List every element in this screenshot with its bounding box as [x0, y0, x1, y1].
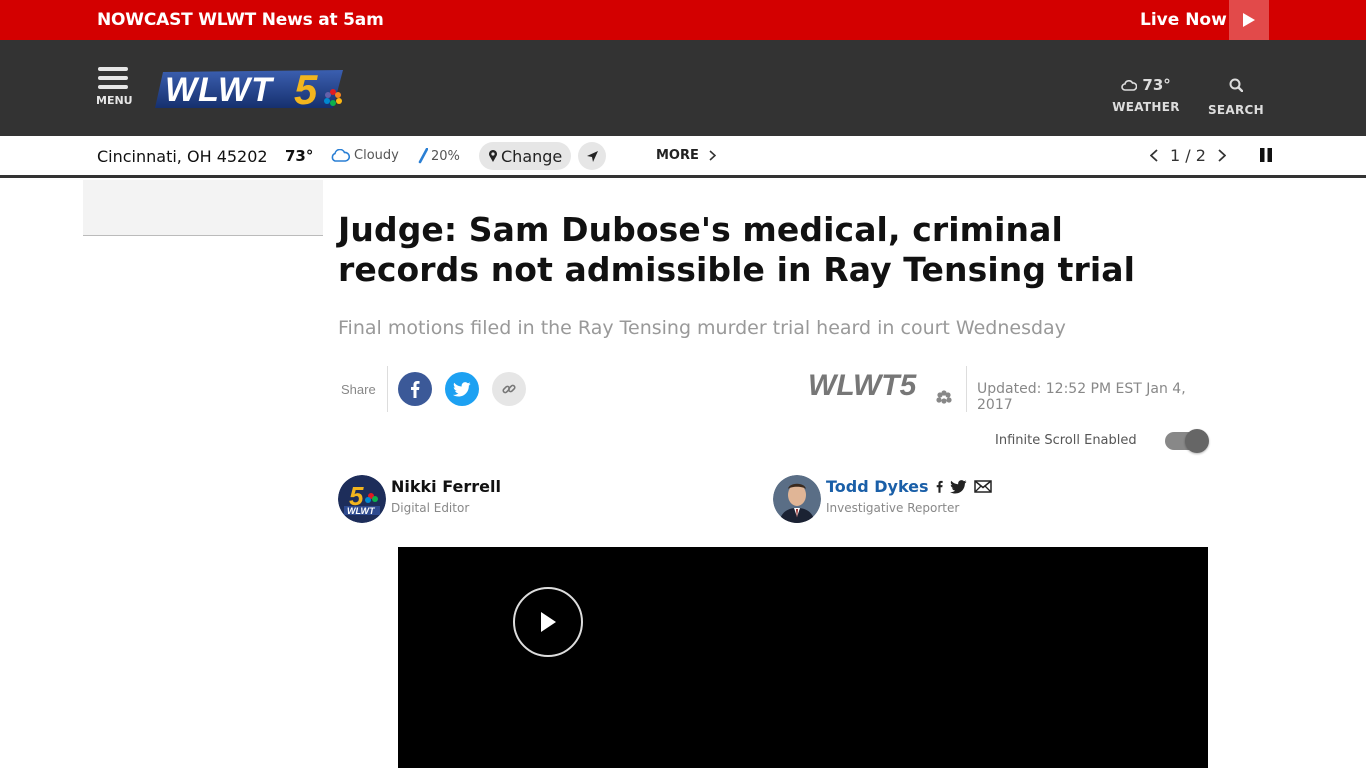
twitter-icon[interactable] — [949, 479, 967, 494]
site-header: MENU WLWT 5 73° WEATHER SEARCH — [0, 40, 1366, 136]
infinite-scroll-toggle[interactable] — [1165, 429, 1209, 453]
play-icon — [541, 612, 556, 632]
svg-text:WLWT: WLWT — [347, 506, 376, 516]
author-card: Todd Dykes Investigative Reporter — [773, 475, 992, 523]
video-play-button[interactable] — [513, 587, 583, 657]
breaking-news-bar[interactable]: NOWCAST WLWT News at 5am Live Now — [0, 0, 1366, 40]
svg-text:WLWT: WLWT — [165, 71, 275, 109]
chevron-left-icon[interactable] — [1150, 149, 1158, 162]
source-logo: WLWT5 — [808, 369, 958, 411]
precip-chance: 20% — [418, 148, 460, 164]
facebook-share-button[interactable] — [398, 372, 432, 406]
live-now-label[interactable]: Live Now — [1140, 10, 1227, 30]
more-button[interactable]: MORE — [656, 148, 716, 163]
author-name: Nikki Ferrell — [391, 477, 501, 496]
raindrop-icon — [418, 148, 428, 164]
more-label: MORE — [656, 148, 699, 163]
pause-button[interactable] — [1259, 148, 1273, 162]
nowcast-title: WLWT News at 5am — [198, 10, 384, 30]
search-icon — [1229, 78, 1244, 93]
toggle-knob — [1185, 429, 1209, 453]
svg-text:5: 5 — [294, 68, 318, 110]
article-subhead: Final motions filed in the Ray Tensing m… — [338, 317, 1066, 339]
cloud-icon — [1121, 80, 1138, 91]
cloud-icon — [331, 149, 350, 162]
twitter-share-button[interactable] — [445, 372, 479, 406]
link-icon — [502, 384, 516, 394]
current-temp: 73° — [285, 147, 314, 165]
divider — [966, 366, 967, 412]
copy-link-button[interactable] — [492, 372, 526, 406]
chevron-right-icon[interactable] — [1218, 149, 1226, 162]
updated-timestamp: Updated: 12:52 PM EST Jan 4, 2017 — [977, 381, 1186, 413]
menu-label: MENU — [96, 94, 133, 107]
nowcast-banner[interactable]: NOWCAST WLWT News at 5am — [97, 10, 384, 30]
source-logo-text: WLWT5 — [808, 370, 918, 402]
menu-button[interactable]: MENU — [96, 67, 133, 107]
video-player[interactable] — [398, 547, 1208, 768]
article-headline: Judge: Sam Dubose's medical, criminal re… — [338, 210, 1136, 289]
infinite-scroll-label: Infinite Scroll Enabled — [995, 433, 1137, 448]
search-button[interactable]: SEARCH — [1206, 78, 1266, 117]
locate-me-button[interactable] — [578, 142, 606, 170]
alert-pager: 1 / 2 — [1150, 146, 1226, 165]
live-play-button[interactable] — [1229, 0, 1269, 40]
avatar: 5 WLWT — [338, 475, 386, 523]
chevron-right-icon — [709, 150, 716, 161]
header-temp: 73° — [1142, 76, 1171, 94]
author-name-link[interactable]: Todd Dykes — [826, 477, 929, 496]
weather-button[interactable]: 73° WEATHER — [1110, 76, 1182, 114]
facebook-icon — [411, 381, 420, 398]
share-row: Share WLWT5 Updated: 12:52 PM EST Jan 4,… — [338, 366, 1208, 413]
change-location-button[interactable]: Change — [479, 142, 572, 170]
share-label: Share — [341, 382, 376, 397]
condition-text: Cloudy — [354, 148, 399, 163]
author-role: Investigative Reporter — [826, 501, 960, 515]
map-pin-icon — [489, 149, 497, 162]
author-card: 5 WLWT Nikki Ferrell Digital Editor — [338, 475, 501, 523]
nowcast-prefix: NOWCAST — [97, 10, 193, 30]
facebook-icon[interactable] — [936, 479, 943, 494]
weather-label: WEATHER — [1112, 100, 1180, 114]
hamburger-icon — [96, 67, 130, 89]
twitter-icon — [453, 381, 471, 396]
site-logo[interactable]: WLWT 5 — [155, 66, 350, 115]
change-label: Change — [501, 146, 563, 166]
navigation-arrow-icon — [586, 150, 598, 162]
precip-text: 20% — [431, 148, 460, 164]
email-icon[interactable] — [973, 480, 992, 493]
search-label: SEARCH — [1207, 103, 1265, 117]
pause-icon — [1260, 148, 1272, 162]
weather-condition: Cloudy — [330, 148, 399, 163]
author-role: Digital Editor — [391, 501, 470, 515]
pager-text: 1 / 2 — [1170, 146, 1206, 165]
weather-strip: Cincinnati, OH 45202 73° Cloudy 20% Chan… — [0, 136, 1366, 178]
location-text[interactable]: Cincinnati, OH 45202 — [97, 147, 268, 166]
avatar[interactable] — [773, 475, 821, 523]
ad-placeholder — [83, 180, 323, 236]
play-icon — [1243, 13, 1255, 27]
divider — [387, 366, 388, 412]
